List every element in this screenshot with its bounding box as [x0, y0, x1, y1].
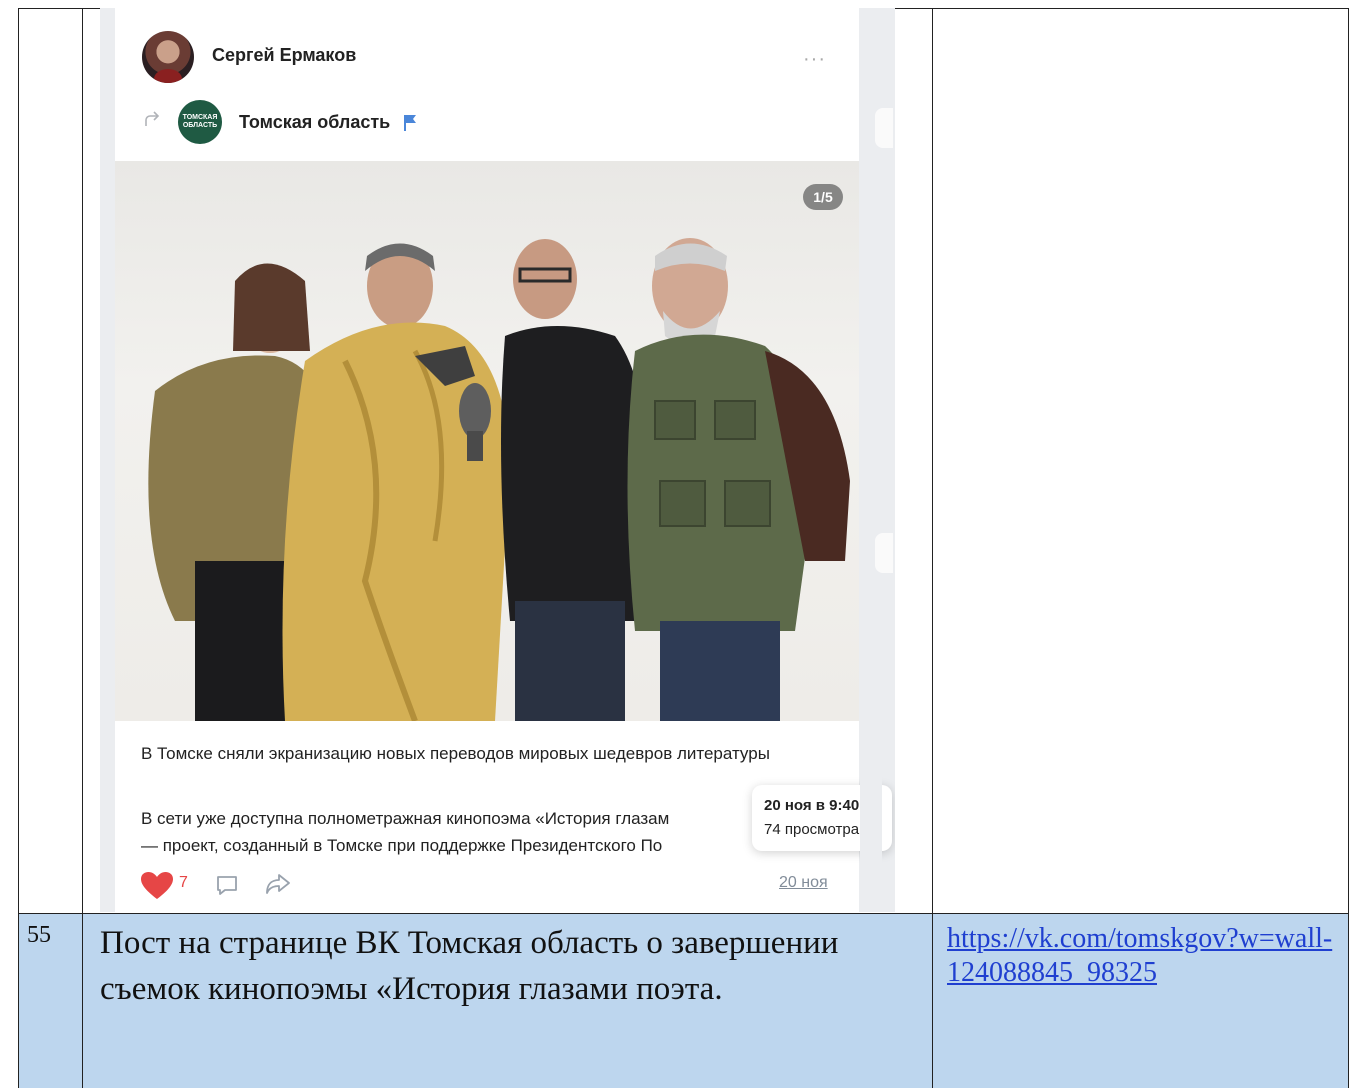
- row-link[interactable]: https://vk.com/tomskgov?w=wall-124088845…: [947, 922, 1337, 990]
- scroll-notch: [875, 533, 893, 573]
- row-number: 55: [27, 922, 51, 948]
- avatar[interactable]: [142, 31, 194, 83]
- group-logo[interactable]: ТОМСКАЯ ОБЛАСТЬ: [178, 100, 222, 144]
- vk-post-screenshot: Сергей Ермаков ··· ТОМСКАЯ ОБЛАСТЬ Томск…: [100, 8, 895, 912]
- photo-counter-badge: 1/5: [803, 184, 843, 210]
- post-body-line-1: В сети уже доступна полнометражная киноп…: [141, 809, 670, 828]
- post-body: В сети уже доступна полнометражная киноп…: [141, 805, 781, 859]
- column-divider-2: [932, 913, 933, 1088]
- post-body-line-2: — проект, созданный в Томске при поддерж…: [141, 836, 663, 855]
- group-photo-illustration: [148, 238, 850, 721]
- heart-icon[interactable]: [140, 871, 174, 901]
- scroll-notch: [875, 108, 893, 148]
- comment-icon[interactable]: [215, 873, 239, 897]
- tooltip-date: 20 ноя в 9:40: [764, 797, 860, 814]
- post-photo[interactable]: [115, 161, 859, 721]
- like-count: 7: [179, 874, 188, 891]
- tooltip-views: 74 просмотра: [764, 821, 860, 838]
- more-icon[interactable]: ···: [803, 48, 826, 71]
- flag-icon: [404, 115, 416, 131]
- post-title: В Томске сняли экранизацию новых перевод…: [141, 744, 770, 763]
- post-card: Сергей Ермаков ··· ТОМСКАЯ ОБЛАСТЬ Томск…: [115, 8, 892, 912]
- column-divider-1: [82, 913, 83, 1088]
- group-name[interactable]: Томская область: [239, 112, 390, 133]
- group-logo-text: ТОМСКАЯ ОБЛАСТЬ: [182, 114, 218, 129]
- post-date-link[interactable]: 20 ноя: [779, 874, 828, 892]
- document-table: Сергей Ермаков ··· ТОМСКАЯ ОБЛАСТЬ Томск…: [0, 0, 1357, 1088]
- author-name[interactable]: Сергей Ермаков: [212, 45, 356, 66]
- repost-icon: [145, 111, 160, 126]
- row-description: Пост на странице ВК Томская область о за…: [100, 925, 839, 1007]
- share-icon[interactable]: [265, 872, 291, 896]
